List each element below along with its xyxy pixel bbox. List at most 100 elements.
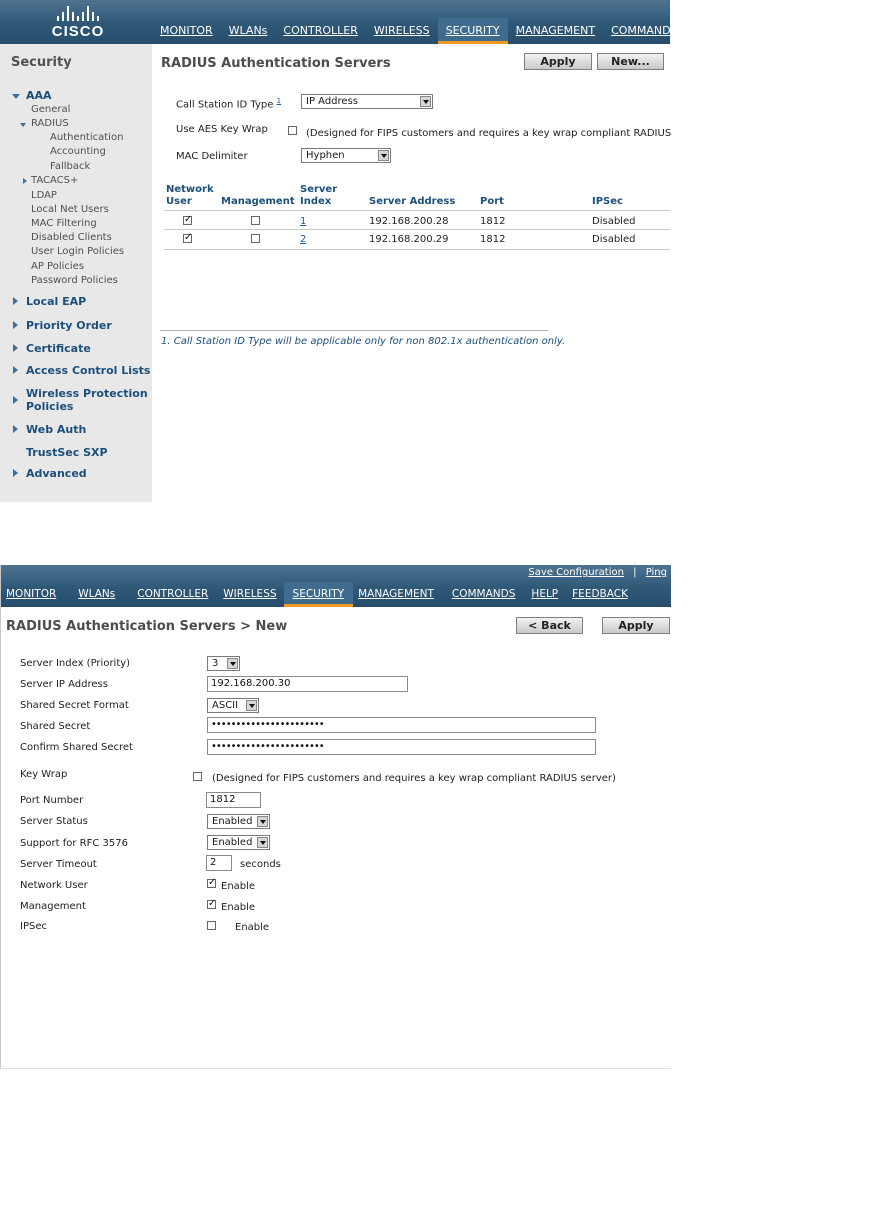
- key-wrap-checkbox[interactable]: [193, 772, 202, 781]
- collapsed-arrow-icon[interactable]: [23, 178, 27, 184]
- dropdown-arrow-icon: [257, 816, 268, 827]
- network-user-label: Network User: [20, 880, 88, 891]
- secret-format-select[interactable]: ASCII: [207, 698, 259, 713]
- apply-button[interactable]: Apply: [602, 617, 670, 634]
- sidebar-item-web-auth[interactable]: Web Auth: [26, 423, 86, 436]
- nav-help[interactable]: HELP: [526, 582, 565, 607]
- footnote-text: 1. Call Station ID Type will be applicab…: [161, 336, 566, 347]
- sidebar-item-mac-filtering[interactable]: MAC Filtering: [31, 218, 97, 229]
- management-label: Management: [20, 901, 86, 912]
- ping-link[interactable]: Ping: [646, 567, 667, 578]
- server-ipsec: Disabled: [592, 216, 636, 227]
- sidebar-item-aaa[interactable]: AAA: [26, 89, 52, 102]
- shared-secret-input[interactable]: •••••••••••••••••••••••: [207, 717, 596, 733]
- timeout-unit: seconds: [240, 859, 281, 870]
- server-status-select[interactable]: Enabled: [207, 814, 270, 829]
- new-button[interactable]: New...: [597, 53, 664, 70]
- sidebar-item-trustsec-sxp[interactable]: TrustSec SXP: [26, 446, 108, 459]
- sidebar-item-access-control-lists[interactable]: Access Control Lists: [26, 364, 150, 377]
- collapsed-arrow-icon[interactable]: [13, 321, 18, 329]
- call-station-id-select[interactable]: IP Address: [301, 94, 433, 109]
- collapsed-arrow-icon[interactable]: [13, 396, 18, 404]
- expanded-arrow-icon[interactable]: [12, 94, 20, 99]
- nav-monitor[interactable]: MONITOR: [152, 18, 221, 44]
- sidebar-item-wireless-protection[interactable]: Wireless Protection: [26, 387, 148, 400]
- sidebar-item-fallback[interactable]: Fallback: [50, 161, 90, 172]
- col-header-management: Management: [221, 196, 295, 207]
- ipsec-label: IPSec: [20, 921, 47, 932]
- collapsed-arrow-icon[interactable]: [13, 469, 18, 477]
- network-user-enable: Enable: [221, 881, 256, 892]
- server-index-link[interactable]: 1: [300, 216, 306, 227]
- nav-feedback[interactable]: FEEDBACK: [567, 582, 635, 607]
- sidebar-item-priority-order[interactable]: Priority Order: [26, 319, 112, 332]
- cisco-logo: CISCO: [48, 5, 108, 41]
- server-ip-input[interactable]: 192.168.200.30: [207, 676, 408, 692]
- collapsed-arrow-icon[interactable]: [13, 344, 18, 352]
- network-user-checkbox[interactable]: ✓: [183, 233, 192, 243]
- back-button[interactable]: < Back: [516, 617, 583, 634]
- nav-management[interactable]: MANAGEMENT: [353, 582, 441, 607]
- nav-management[interactable]: MANAGEMENT: [508, 18, 603, 44]
- collapsed-arrow-icon[interactable]: [13, 366, 18, 374]
- security-sidebar: Security AAA General RADIUS Authenticati…: [0, 44, 152, 502]
- nav-wireless[interactable]: WIRELESS: [366, 18, 438, 44]
- sidebar-item-ldap[interactable]: LDAP: [31, 190, 57, 201]
- confirm-secret-label: Confirm Shared Secret: [20, 742, 133, 753]
- mac-delimiter-select[interactable]: Hyphen: [301, 148, 391, 163]
- dropdown-arrow-icon: [257, 837, 268, 848]
- nav-commands[interactable]: COMMANDS: [447, 582, 523, 607]
- sidebar-item-local-eap[interactable]: Local EAP: [26, 295, 86, 308]
- nav-wlans[interactable]: WLANs: [73, 582, 122, 607]
- sidebar-item-ap-policies[interactable]: AP Policies: [31, 261, 84, 272]
- network-user-checkbox[interactable]: ✓: [183, 215, 192, 225]
- collapsed-arrow-icon[interactable]: [13, 425, 18, 433]
- nav-controller[interactable]: CONTROLLER: [275, 18, 365, 44]
- sidebar-item-certificate[interactable]: Certificate: [26, 342, 91, 355]
- sidebar-item-local-net-users[interactable]: Local Net Users: [31, 204, 109, 215]
- ipsec-checkbox[interactable]: [207, 921, 216, 930]
- aes-key-wrap-checkbox[interactable]: [288, 126, 297, 135]
- management-checkbox[interactable]: ✓: [207, 899, 216, 909]
- expanded-arrow-icon[interactable]: [20, 123, 26, 127]
- sidebar-item-password-policies[interactable]: Password Policies: [31, 275, 118, 286]
- server-index-select[interactable]: 3: [207, 656, 240, 671]
- collapsed-arrow-icon[interactable]: [13, 297, 18, 305]
- row-divider: [164, 229, 670, 230]
- nav-wireless[interactable]: WIRELESS: [218, 582, 283, 607]
- nav-security[interactable]: SECURITY: [283, 582, 354, 607]
- nav-wlans[interactable]: WLANs: [221, 18, 276, 44]
- sidebar-item-user-login-policies[interactable]: User Login Policies: [31, 246, 124, 257]
- ipsec-enable: Enable: [235, 922, 270, 933]
- save-configuration-link[interactable]: Save Configuration: [528, 567, 624, 578]
- server-timeout-input[interactable]: 2: [206, 855, 232, 871]
- nav-controller[interactable]: CONTROLLER: [132, 582, 215, 607]
- page-title: RADIUS Authentication Servers > New: [6, 619, 288, 634]
- sidebar-item-tacacs[interactable]: TACACS+: [31, 175, 78, 186]
- port-number-input[interactable]: 1812: [206, 792, 261, 808]
- sidebar-item-policies[interactable]: Policies: [26, 400, 73, 413]
- sidebar-item-disabled-clients[interactable]: Disabled Clients: [31, 232, 112, 243]
- row-divider: [164, 249, 670, 250]
- sidebar-item-authentication[interactable]: Authentication: [50, 132, 123, 143]
- nav-monitor[interactable]: MONITOR: [1, 582, 63, 607]
- rfc3576-label: Support for RFC 3576: [20, 838, 128, 849]
- management-checkbox[interactable]: [251, 234, 260, 243]
- sidebar-item-accounting[interactable]: Accounting: [50, 146, 106, 157]
- confirm-secret-input[interactable]: •••••••••••••••••••••••: [207, 739, 596, 755]
- sidebar-item-radius[interactable]: RADIUS: [31, 118, 69, 129]
- footnote-link[interactable]: 1: [277, 97, 281, 105]
- apply-button[interactable]: Apply: [524, 53, 592, 70]
- nav-security[interactable]: SECURITY: [437, 18, 508, 44]
- server-port: 1812: [480, 216, 506, 227]
- radius-servers-screen: CISCO MONITOR WLANs CONTROLLER WIRELESS …: [0, 0, 678, 502]
- network-user-checkbox[interactable]: ✓: [207, 878, 216, 888]
- rfc3576-select[interactable]: Enabled: [207, 835, 270, 850]
- nav-commands[interactable]: COMMANDS: [603, 18, 686, 44]
- sidebar-item-general[interactable]: General: [31, 104, 70, 115]
- server-ip-label: Server IP Address: [20, 679, 108, 690]
- server-timeout-label: Server Timeout: [20, 859, 97, 870]
- sidebar-item-advanced[interactable]: Advanced: [26, 467, 87, 480]
- management-checkbox[interactable]: [251, 216, 260, 225]
- server-index-link[interactable]: 2: [300, 234, 306, 245]
